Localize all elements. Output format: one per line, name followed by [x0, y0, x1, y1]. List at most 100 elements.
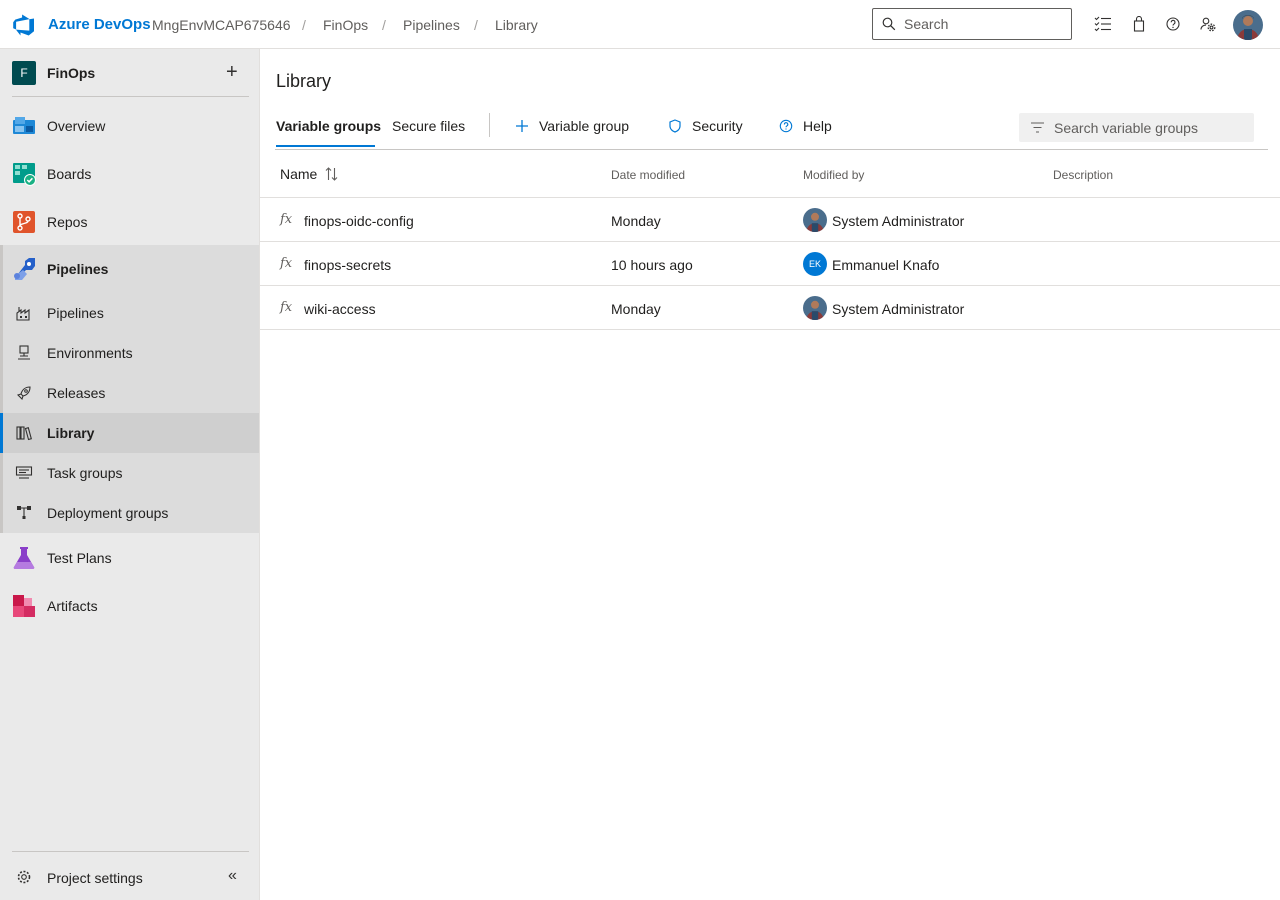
- nav-pipelines[interactable]: Pipelines: [0, 245, 259, 293]
- search-variable-groups-input[interactable]: [1054, 119, 1244, 136]
- divider: [275, 149, 1268, 150]
- library-books-icon: [16, 426, 32, 441]
- date-modified: 10 hours ago: [611, 257, 693, 273]
- shopping-bag-icon[interactable]: [1129, 14, 1149, 34]
- security-button[interactable]: Security: [668, 118, 743, 134]
- sub-nav-task-groups[interactable]: Task groups: [0, 453, 259, 493]
- user-settings-icon[interactable]: [1198, 14, 1218, 34]
- column-header-name[interactable]: Name: [280, 166, 338, 182]
- security-label: Security: [692, 118, 743, 134]
- variable-group-name[interactable]: finops-secrets: [304, 257, 391, 273]
- table-row[interactable]: fx finops-secrets 10 hours ago EK Emmanu…: [260, 242, 1280, 286]
- divider: [12, 96, 249, 97]
- artifacts-icon: [13, 595, 35, 617]
- variable-group-fx-icon: fx: [280, 300, 293, 315]
- deployment-groups-icon: [17, 506, 31, 519]
- variable-group-fx-icon: fx: [280, 212, 293, 227]
- add-variable-group-label: Variable group: [539, 118, 630, 134]
- add-variable-group-button[interactable]: Variable group: [515, 118, 629, 134]
- environments-icon: [18, 345, 30, 360]
- column-header-modified-by[interactable]: Modified by: [803, 168, 864, 182]
- pipelines-icon: [14, 258, 35, 280]
- help-circle-icon: [779, 119, 793, 133]
- help-button[interactable]: Help: [779, 118, 832, 134]
- help-label: Help: [803, 118, 832, 134]
- pipelines-group: Pipelines Pipelines Environments Release…: [0, 245, 259, 533]
- breadcrumb-library[interactable]: Library: [495, 17, 538, 33]
- task-groups-icon: [15, 466, 33, 479]
- sub-nav-releases[interactable]: Releases: [0, 373, 259, 413]
- sub-nav-environments-label: Environments: [47, 345, 133, 361]
- page-title: Library: [276, 71, 332, 91]
- breadcrumb-separator: /: [382, 17, 386, 33]
- breadcrumb-pipelines[interactable]: Pipelines: [403, 17, 460, 33]
- shield-icon: [669, 119, 681, 133]
- pipeline-build-icon: [16, 307, 30, 321]
- date-modified: Monday: [611, 213, 661, 229]
- column-header-name-label: Name: [280, 166, 318, 182]
- main-content: Library Variable groups Secure files Var…: [260, 49, 1280, 900]
- column-header-date-modified[interactable]: Date modified: [611, 168, 685, 182]
- variable-group-name[interactable]: finops-oidc-config: [304, 213, 414, 229]
- sub-nav-environments[interactable]: Environments: [0, 333, 259, 373]
- plus-icon: [516, 120, 528, 132]
- sort-icon[interactable]: [325, 167, 338, 181]
- nav-boards[interactable]: Boards: [0, 150, 259, 198]
- table-row[interactable]: fx wiki-access Monday System Administrat…: [260, 286, 1280, 330]
- sub-nav-pipelines[interactable]: Pipelines: [0, 293, 259, 333]
- table-row[interactable]: fx finops-oidc-config Monday System Admi…: [260, 198, 1280, 242]
- boards-icon: [13, 163, 36, 186]
- avatar: [803, 296, 827, 320]
- task-list-icon[interactable]: [1093, 14, 1113, 34]
- selected-indicator: [0, 413, 3, 453]
- project-settings-label: Project settings: [47, 870, 143, 886]
- sub-nav-releases-label: Releases: [47, 385, 106, 401]
- sub-nav-library[interactable]: Library: [0, 413, 259, 453]
- modified-by: System Administrator: [832, 213, 965, 229]
- sub-nav-task-groups-label: Task groups: [47, 465, 123, 481]
- nav-overview[interactable]: Overview: [0, 102, 259, 150]
- breadcrumb-separator: /: [474, 17, 478, 33]
- tab-variable-groups[interactable]: Variable groups: [276, 118, 381, 134]
- nav-test-plans[interactable]: Test Plans: [0, 534, 259, 582]
- modified-by: System Administrator: [832, 301, 965, 317]
- user-avatar[interactable]: [1233, 10, 1263, 40]
- tab-secure-files[interactable]: Secure files: [392, 118, 465, 134]
- azure-devops-logo-icon[interactable]: [12, 13, 36, 37]
- date-modified: Monday: [611, 301, 661, 317]
- global-search-input[interactable]: [904, 16, 1064, 32]
- nav-artifacts[interactable]: Artifacts: [0, 582, 259, 630]
- search-icon: [882, 17, 896, 31]
- nav-test-plans-label: Test Plans: [47, 550, 112, 566]
- variable-group-fx-icon: fx: [280, 256, 293, 271]
- avatar: [803, 208, 827, 232]
- breadcrumb-separator: /: [302, 17, 306, 33]
- project-name[interactable]: FinOps: [47, 65, 95, 81]
- project-icon[interactable]: F: [12, 61, 36, 85]
- new-item-plus-icon[interactable]: +: [226, 62, 238, 82]
- nav-artifacts-label: Artifacts: [47, 598, 98, 614]
- sub-nav-deployment-groups-label: Deployment groups: [47, 505, 169, 521]
- toolbar-divider: [489, 113, 490, 137]
- filter-box[interactable]: [1019, 113, 1254, 142]
- top-bar: Azure DevOps MngEnvMCAP675646 / FinOps /…: [0, 0, 1280, 49]
- column-header-description[interactable]: Description: [1053, 168, 1113, 182]
- breadcrumb-project[interactable]: FinOps: [323, 17, 368, 33]
- collapse-sidebar-icon[interactable]: «: [228, 867, 237, 885]
- project-settings-button[interactable]: Project settings «: [0, 861, 259, 893]
- help-icon[interactable]: [1163, 14, 1183, 34]
- sub-nav-deployment-groups[interactable]: Deployment groups: [0, 493, 259, 533]
- breadcrumb-organization[interactable]: MngEnvMCAP675646: [152, 17, 291, 33]
- brand-name[interactable]: Azure DevOps: [48, 16, 151, 33]
- nav-repos-label: Repos: [47, 214, 88, 230]
- variable-group-name[interactable]: wiki-access: [304, 301, 376, 317]
- global-search-box[interactable]: [872, 8, 1072, 40]
- left-navigation: F FinOps + Overview Boards Repos Pipelin…: [0, 49, 260, 900]
- nav-repos[interactable]: Repos: [0, 198, 259, 246]
- modified-by: Emmanuel Knafo: [832, 257, 940, 273]
- avatar: EK: [803, 252, 827, 276]
- divider: [12, 851, 249, 852]
- sub-nav-library-label: Library: [47, 425, 95, 441]
- filter-icon: [1031, 122, 1044, 133]
- gear-icon: [17, 870, 31, 884]
